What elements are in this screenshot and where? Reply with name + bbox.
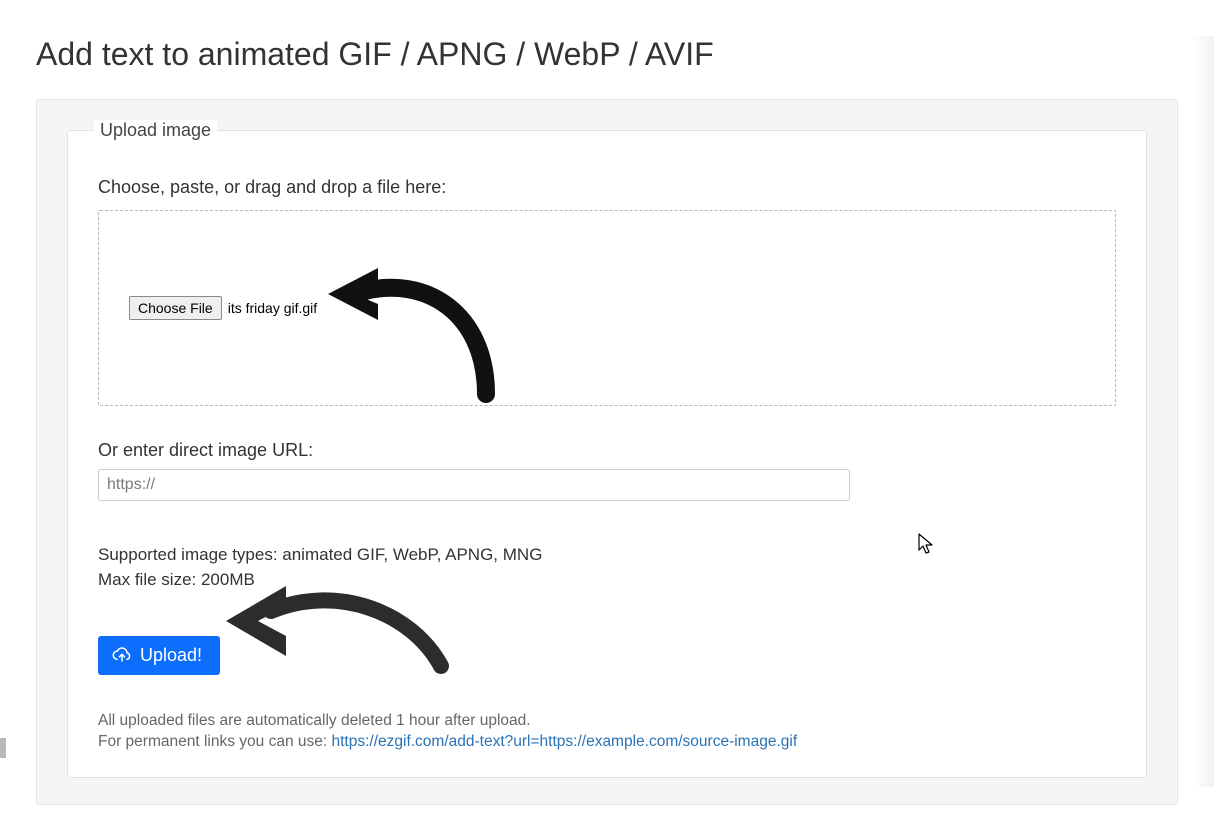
upload-legend: Upload image bbox=[94, 120, 217, 141]
notice-line-1: All uploaded files are automatically del… bbox=[98, 711, 1116, 732]
upload-notice: All uploaded files are automatically del… bbox=[98, 711, 1116, 753]
upload-fieldset: Upload image Choose, paste, or drag and … bbox=[67, 120, 1147, 778]
url-input-label: Or enter direct image URL: bbox=[98, 440, 1116, 461]
choose-file-button[interactable]: Choose File bbox=[129, 296, 222, 320]
page-title: Add text to animated GIF / APNG / WebP /… bbox=[36, 36, 1178, 73]
supported-types-line: Supported image types: animated GIF, Web… bbox=[98, 543, 1116, 568]
cloud-upload-icon bbox=[112, 647, 132, 665]
notice-permalink-example[interactable]: https://ezgif.com/add-text?url=https://e… bbox=[331, 733, 797, 750]
notice-line-2-prefix: For permanent links you can use: bbox=[98, 733, 331, 750]
chosen-filename: its friday gif.gif bbox=[228, 300, 317, 316]
upload-button-label: Upload! bbox=[140, 645, 202, 666]
supported-types-text: Supported image types: animated GIF, Web… bbox=[98, 543, 1116, 592]
file-picker: Choose File its friday gif.gif bbox=[129, 296, 317, 320]
max-file-size-line: Max file size: 200MB bbox=[98, 568, 1116, 593]
upload-button[interactable]: Upload! bbox=[98, 636, 220, 675]
file-dropzone[interactable]: Choose File its friday gif.gif bbox=[98, 210, 1116, 406]
upload-panel: Upload image Choose, paste, or drag and … bbox=[36, 99, 1178, 805]
image-url-input[interactable] bbox=[98, 469, 850, 501]
file-input-label: Choose, paste, or drag and drop a file h… bbox=[98, 177, 1116, 198]
